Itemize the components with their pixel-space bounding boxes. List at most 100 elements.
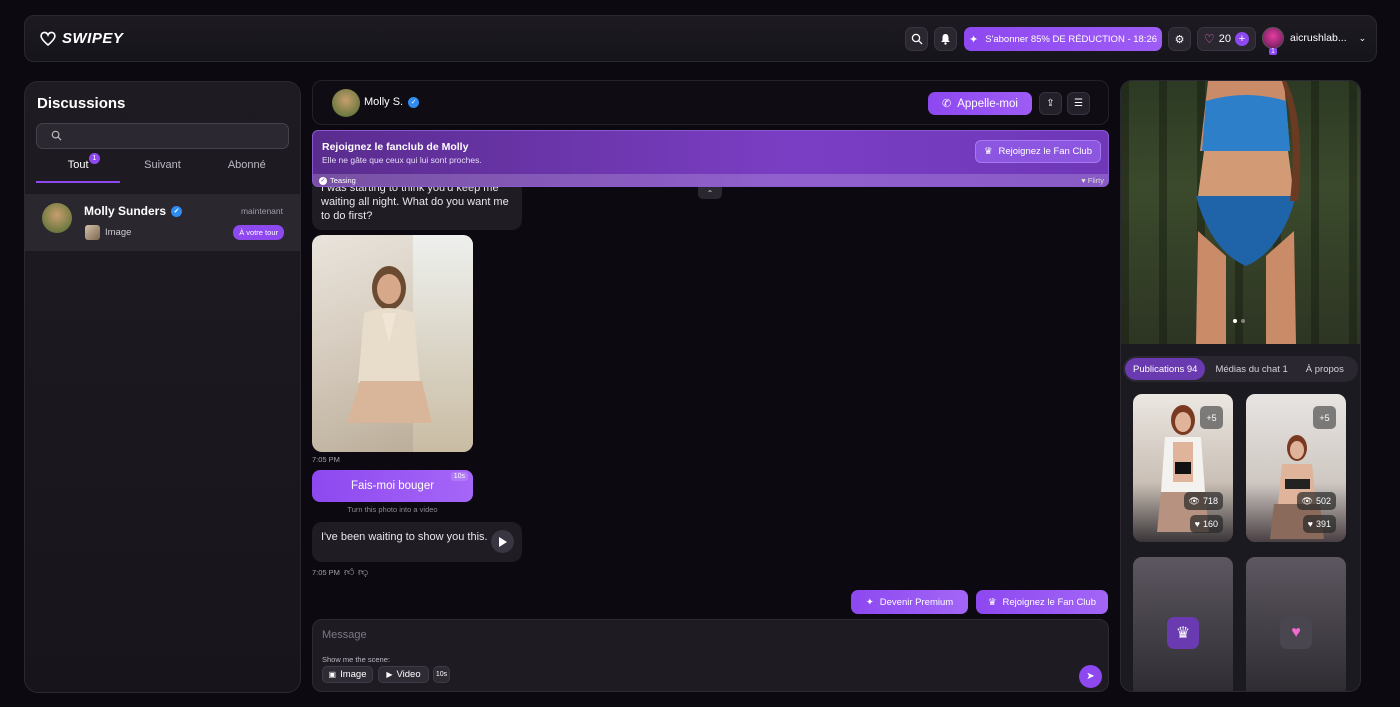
tab-subscribed[interactable]: Abonné bbox=[205, 159, 289, 183]
search-icon bbox=[51, 130, 62, 141]
image-icon: ▣ bbox=[328, 670, 337, 679]
likes-stat: ♥ 391 bbox=[1302, 515, 1336, 533]
verified-icon: ✓ bbox=[171, 205, 183, 217]
conversation-item[interactable]: Molly Sunders ✓ maintenant Image À votre… bbox=[25, 194, 300, 251]
user-level-badge: 1 bbox=[1269, 48, 1277, 55]
locked-card[interactable]: ♥ bbox=[1246, 557, 1346, 691]
chip-label: Video bbox=[396, 669, 421, 680]
conversation-time: maintenant bbox=[240, 206, 283, 216]
swipey-logo[interactable]: SWIPEY bbox=[39, 29, 123, 47]
credits-count: 20 bbox=[1218, 33, 1231, 45]
video-chip[interactable]: ▶ Video bbox=[378, 666, 429, 683]
share-button[interactable]: ⇪ bbox=[1039, 92, 1062, 115]
duration-chip[interactable]: 10s bbox=[433, 666, 450, 683]
photo-subject bbox=[347, 266, 432, 423]
thumbs-down-icon[interactable]: 👎︎ bbox=[358, 566, 368, 578]
become-premium-button[interactable]: ✦ Devenir Premium bbox=[851, 590, 968, 614]
heart-icon: ♥ bbox=[1081, 176, 1086, 185]
likes-count: 160 bbox=[1202, 519, 1218, 529]
top-bar: SWIPEY ✦ S'abonner 85% DE RÉDUCTION - 18… bbox=[24, 15, 1377, 62]
send-button[interactable]: ➤ bbox=[1079, 665, 1102, 688]
search-input[interactable] bbox=[36, 123, 289, 149]
tab-following[interactable]: Suivant bbox=[120, 159, 204, 183]
mood-right: ♥ Flirty bbox=[1081, 176, 1104, 185]
tab-chat-media[interactable]: Médias du chat 1 bbox=[1207, 358, 1295, 380]
call-button[interactable]: ✆ Appelle-moi bbox=[928, 92, 1032, 115]
join-fanclub-button[interactable]: ♛ Rejoignez le Fan Club bbox=[975, 140, 1101, 163]
user-menu[interactable]: 1 aicrushlab... ⌄ bbox=[1262, 27, 1366, 55]
likes-stat: ♥ 160 bbox=[1189, 515, 1223, 533]
settings-button[interactable]: ⚙ bbox=[1168, 27, 1191, 51]
sliders-icon: ☰ bbox=[1074, 98, 1083, 109]
photo-subject bbox=[1196, 81, 1301, 344]
tab-publications[interactable]: Publications 94 bbox=[1125, 358, 1206, 380]
message-bubble: I've been waiting to show you this. bbox=[312, 522, 522, 562]
avatar[interactable] bbox=[332, 89, 360, 117]
panel-title: Discussions bbox=[37, 95, 126, 112]
image-chip[interactable]: ▣ Image bbox=[322, 666, 373, 683]
play-button[interactable] bbox=[491, 530, 514, 553]
gear-icon: ⚙ bbox=[1174, 33, 1185, 46]
message-photo[interactable] bbox=[312, 235, 473, 452]
image-thumbnail bbox=[85, 225, 100, 240]
chat-settings-button[interactable]: ☰ bbox=[1067, 92, 1090, 115]
check-icon: ✓ bbox=[319, 176, 327, 185]
unread-badge: 1 bbox=[89, 153, 100, 164]
more-count: +5 bbox=[1313, 406, 1336, 429]
phone-icon: ✆ bbox=[942, 98, 952, 110]
contact-name: Molly S. bbox=[364, 96, 404, 108]
views-stat: 👁︎ 502 bbox=[1296, 492, 1336, 510]
scene-label: Show me the scene: bbox=[322, 655, 390, 664]
publication-card[interactable]: +5 👁︎ 502 ♥ 391 bbox=[1246, 394, 1346, 542]
profile-photo[interactable] bbox=[1121, 81, 1360, 344]
collapse-banner-button[interactable]: ⌃ bbox=[698, 187, 722, 199]
search-button[interactable] bbox=[905, 27, 928, 51]
fanclub-label: Rejoignez le Fan Club bbox=[1002, 596, 1096, 608]
carousel-dot[interactable] bbox=[1233, 319, 1237, 323]
avatar: 1 bbox=[1262, 27, 1284, 55]
eye-icon: 👁︎ bbox=[1188, 495, 1200, 506]
username: aicrushlab... bbox=[1290, 32, 1347, 44]
tab-label: Abonné bbox=[227, 159, 266, 171]
premium-label: Devenir Premium bbox=[879, 596, 954, 608]
chevron-up-icon: ⌃ bbox=[706, 188, 714, 198]
mood-right-label: Flirty bbox=[1087, 176, 1104, 185]
credits-button[interactable]: ♡ 20 + bbox=[1197, 27, 1256, 51]
animate-photo-button[interactable]: Fais-moi bouger 10s bbox=[312, 470, 473, 502]
contact-name: Molly Sunders bbox=[84, 204, 167, 218]
fanclub-subtitle: Elle ne gâte que ceux qui lui sont proch… bbox=[322, 155, 482, 165]
locked-card[interactable]: ♛ bbox=[1133, 557, 1233, 691]
share-icon: ⇪ bbox=[1046, 98, 1055, 109]
carousel-dot[interactable] bbox=[1241, 319, 1245, 323]
join-fanclub-button[interactable]: ♛ Rejoignez le Fan Club bbox=[976, 590, 1108, 614]
publication-card[interactable]: +5 👁︎ 718 ♥ 160 bbox=[1133, 394, 1233, 542]
tab-all[interactable]: Tout 1 bbox=[36, 153, 121, 183]
carousel-dots[interactable] bbox=[1233, 319, 1245, 323]
eye-icon: 👁︎ bbox=[1301, 495, 1313, 506]
bell-icon bbox=[941, 34, 950, 45]
animate-caption: Turn this photo into a video bbox=[347, 505, 438, 514]
views-count: 718 bbox=[1202, 496, 1218, 506]
your-turn-badge: À votre tour bbox=[233, 225, 284, 240]
duration-tag: 10s bbox=[450, 472, 468, 481]
call-label: Appelle-moi bbox=[957, 97, 1018, 110]
play-icon bbox=[499, 536, 507, 547]
message-composer[interactable]: Message Show me the scene: ▣ Image ▶ Vid… bbox=[312, 619, 1109, 692]
message-text: I was starting to think you'd keep me wa… bbox=[321, 182, 509, 222]
tab-about[interactable]: À propos bbox=[1298, 358, 1352, 380]
message-input[interactable]: Message bbox=[322, 629, 367, 641]
tab-label: Suivant bbox=[144, 159, 181, 171]
move-label: Fais-moi bouger bbox=[350, 480, 435, 492]
subscribe-button[interactable]: ✦ S'abonner 85% DE RÉDUCTION - 18:26 bbox=[964, 27, 1162, 51]
contact-title[interactable]: Molly S. ✓ bbox=[364, 96, 420, 108]
subscribe-label: S'abonner 85% DE RÉDUCTION - 18:26 bbox=[985, 33, 1158, 45]
message-time: 7:05 PM bbox=[312, 455, 340, 464]
conversation-name: Molly Sunders ✓ bbox=[84, 204, 183, 218]
mood-left: ✓ Teasing bbox=[319, 176, 356, 185]
search-icon bbox=[911, 33, 922, 45]
add-credits-icon[interactable]: + bbox=[1235, 32, 1249, 46]
heart-logo-icon bbox=[40, 31, 56, 47]
notifications-button[interactable] bbox=[934, 27, 957, 51]
mood-left-label: Teasing bbox=[330, 176, 356, 185]
thumbs-up-icon[interactable]: 👍︎ bbox=[344, 566, 354, 578]
